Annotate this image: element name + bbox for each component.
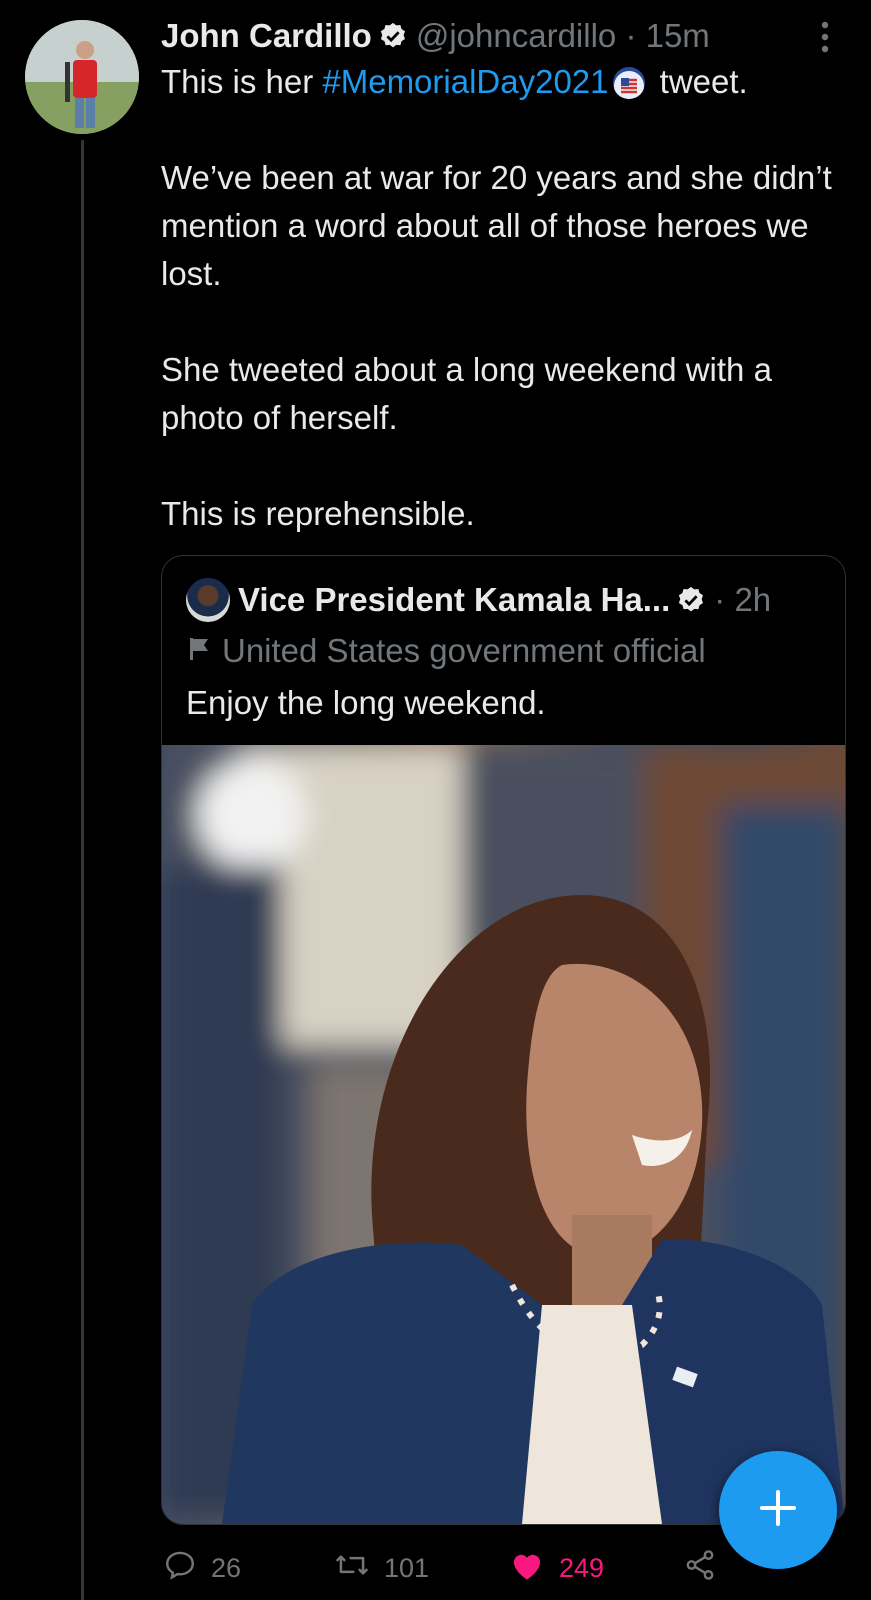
quote-photo[interactable] <box>162 745 845 1524</box>
quote-text: Enjoy the long weekend. <box>186 684 546 721</box>
memorial-day-hashflag-icon <box>612 67 645 99</box>
plus-icon <box>758 1488 798 1533</box>
tweet-paragraph-4: This is reprehensible. <box>161 495 475 532</box>
reply-icon <box>163 1548 211 1589</box>
flag-icon <box>188 632 212 670</box>
like-button[interactable]: 249 <box>509 1540 604 1596</box>
quote-time: · 2h <box>714 581 772 618</box>
quote-header: Vice President Kamala Ha... · 2h <box>186 578 771 622</box>
tweet-body: This is her #MemorialDay2021 tweet. We’v… <box>161 58 851 538</box>
tweet-text-start: This is her <box>161 63 323 100</box>
heart-icon <box>509 1549 559 1588</box>
tweet-text-end: tweet. <box>650 63 748 100</box>
tweet-paragraph-3: She tweeted about a long weekend with a … <box>161 351 772 436</box>
author-name[interactable]: John Cardillo <box>161 17 372 55</box>
quote-avatar <box>186 578 230 622</box>
tweet-action-bar: 26 101 249 <box>161 1540 851 1596</box>
hashtag-link[interactable]: #MemorialDay2021 <box>322 63 608 100</box>
more-icon[interactable] <box>819 20 831 54</box>
reply-count: 26 <box>211 1552 242 1583</box>
quote-tweet-card[interactable]: Vice President Kamala Ha... · 2h United … <box>161 555 846 1525</box>
like-count: 249 <box>559 1552 605 1583</box>
government-label-text: United States government official <box>222 632 706 669</box>
author-avatar[interactable] <box>25 20 139 134</box>
share-icon <box>683 1548 731 1589</box>
tweet-line-1: This is her #MemorialDay2021 tweet. <box>161 58 851 106</box>
verified-icon <box>378 21 408 51</box>
quote-author-name: Vice President Kamala Ha... <box>238 581 671 618</box>
verified-icon <box>676 585 706 615</box>
tweet-paragraph-2: We’ve been at war for 20 years and she d… <box>161 159 832 292</box>
tweet-header: John Cardillo @johncardillo · 15m <box>161 14 710 58</box>
thread-line <box>81 140 84 1600</box>
retweet-count: 101 <box>384 1552 430 1583</box>
government-label: United States government official <box>186 632 706 670</box>
reply-button[interactable]: 26 <box>163 1540 241 1596</box>
retweet-button[interactable]: 101 <box>334 1540 429 1596</box>
share-button[interactable] <box>683 1540 731 1596</box>
author-handle-time: @johncardillo · 15m <box>415 17 710 54</box>
retweet-icon <box>334 1548 384 1589</box>
